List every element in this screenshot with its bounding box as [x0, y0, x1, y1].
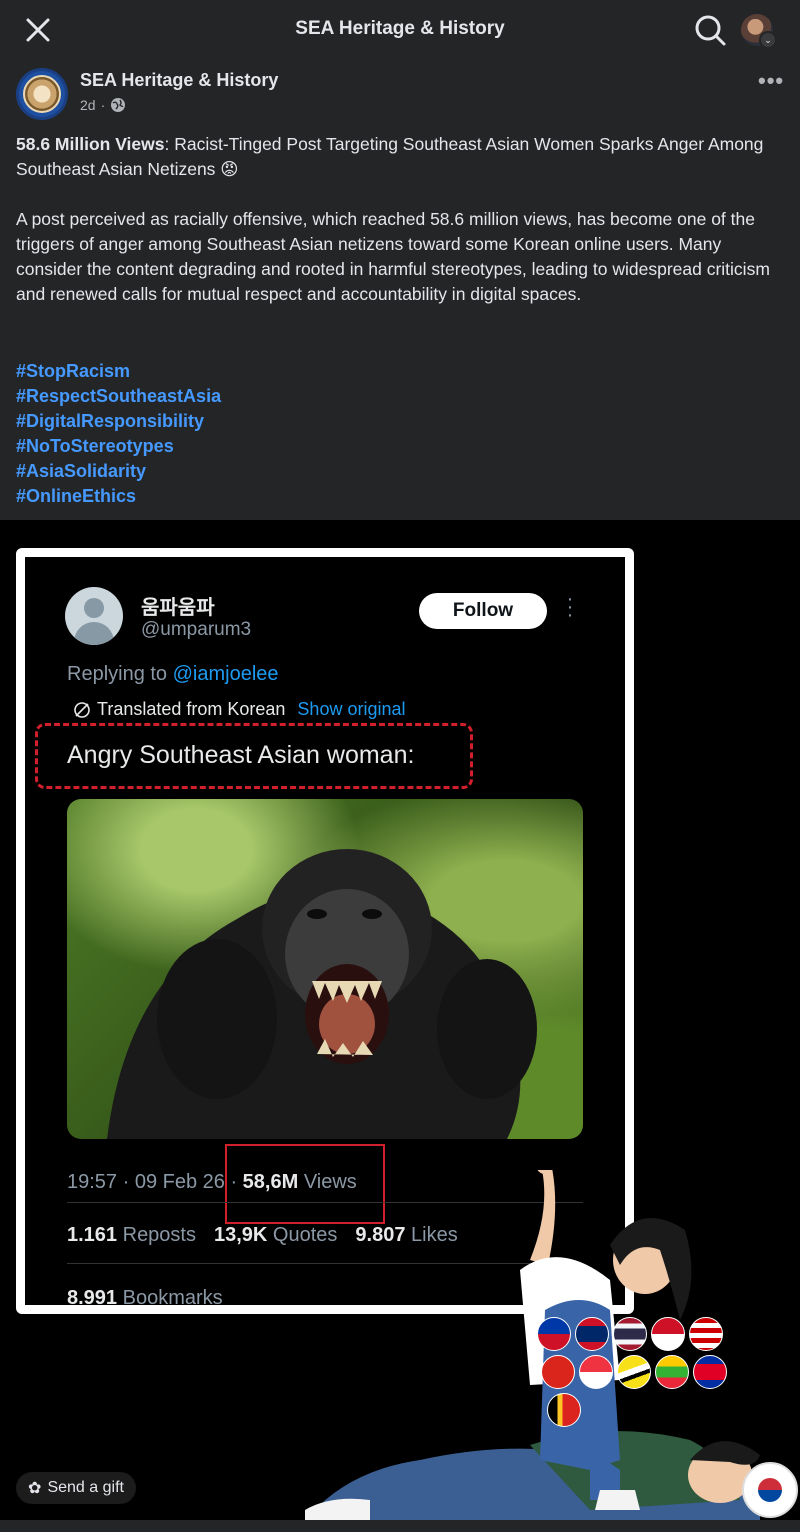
hashtag-link[interactable]: #DigitalResponsibility [16, 409, 221, 434]
flag-timor-leste [547, 1393, 581, 1427]
flag-indonesia [651, 1317, 685, 1351]
send-gift-button[interactable]: ✿ Send a gift [16, 1472, 136, 1504]
post-time[interactable]: 2d [80, 97, 96, 113]
flag-laos [575, 1317, 609, 1351]
chimpanzee-illustration [107, 849, 537, 1139]
post-body: A post perceived as racially offensive, … [16, 209, 770, 304]
post-photo[interactable]: 움파움파 @umparum3 Follow · · · Replying to @i… [0, 520, 800, 1520]
flag-singapore [579, 1355, 613, 1389]
page-avatar[interactable] [16, 68, 68, 120]
globe-icon [111, 98, 126, 112]
tweet-text: Angry Southeast Asian woman: [67, 741, 415, 769]
send-gift-label: Send a gift [47, 1479, 124, 1496]
hashtag-link[interactable]: #AsiaSolidarity [16, 459, 221, 484]
translated-note: Translated from Korean Show original [73, 699, 405, 720]
chevron-down-icon[interactable]: ⌄ [759, 31, 777, 49]
flag-philippines [537, 1317, 571, 1351]
show-original-link: Show original [297, 699, 406, 719]
post-header: SEA Heritage & History 2d · ••• [0, 60, 800, 130]
search-icon[interactable] [692, 12, 728, 48]
top-bar: SEA Heritage & History ⌄ [0, 0, 800, 60]
flag-vietnam [541, 1355, 575, 1389]
hashtag-list: #StopRacism #RespectSoutheastAsia #Digit… [16, 359, 221, 509]
sea-flags [537, 1317, 727, 1427]
translate-icon [74, 701, 90, 718]
hashtag-link[interactable]: #OnlineEthics [16, 484, 221, 509]
more-vertical-icon: · · · [566, 588, 574, 626]
post-text: 58.6 Million Views: Racist-Tinged Post T… [16, 132, 786, 332]
tweet-author-handle: @umparum3 [141, 619, 252, 640]
flag-myanmar [655, 1355, 689, 1389]
tweet-bookmarks: 8.991 Bookmarks [67, 1287, 223, 1309]
bottom-strip [0, 1520, 800, 1532]
tweet-image-chimpanzee [67, 799, 583, 1139]
replying-to: Replying to @iamjoelee [67, 663, 279, 685]
tweet-author-name: 움파움파 [141, 597, 215, 619]
hashtag-link[interactable]: #StopRacism [16, 359, 221, 384]
hashtag-link[interactable]: #RespectSoutheastAsia [16, 384, 221, 409]
flag-brunei [617, 1355, 651, 1389]
gift-icon: ✿ [28, 1480, 42, 1497]
mention-link: @iamjoelee [172, 663, 279, 685]
flag-cambodia [693, 1355, 727, 1389]
tweet-avatar [65, 587, 123, 645]
hashtag-link[interactable]: #NoToStereotypes [16, 434, 221, 459]
post-meta: 2d · [80, 97, 126, 113]
flag-korea [742, 1462, 798, 1518]
flag-malaysia [689, 1317, 723, 1351]
more-icon[interactable]: ••• [758, 68, 784, 94]
top-bar-title: SEA Heritage & History [295, 18, 505, 39]
page-name[interactable]: SEA Heritage & History [80, 70, 278, 91]
post-headline-bold: 58.6 Million Views [16, 134, 165, 154]
flag-thailand [613, 1317, 647, 1351]
follow-button: Follow [419, 593, 547, 629]
